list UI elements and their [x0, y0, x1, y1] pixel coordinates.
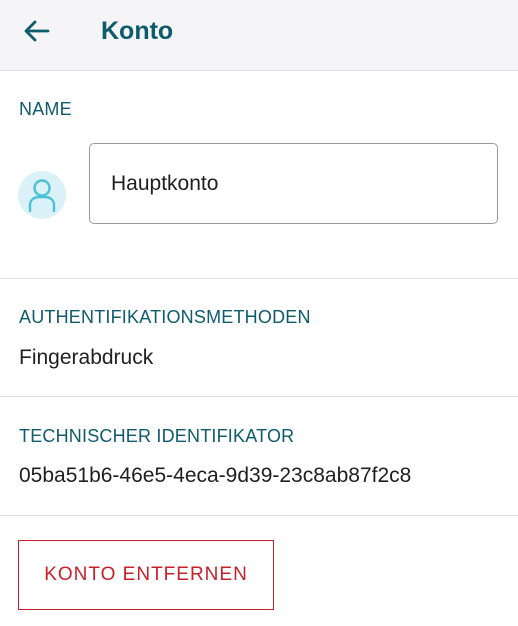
divider: [0, 396, 518, 397]
user-avatar-icon: [28, 179, 56, 212]
technical-id-value: 05ba51b6-46e5-4eca-9d39-23c8ab87f2c8: [19, 464, 412, 487]
name-section-label: NAME: [19, 99, 72, 119]
back-button[interactable]: [14, 11, 58, 51]
divider: [0, 515, 518, 516]
technical-id-label: TECHNISCHER IDENTIFIKATOR: [19, 426, 295, 446]
auth-methods-label: AUTHENTIFIKATIONSMETHODEN: [19, 307, 311, 327]
account-name-input[interactable]: [89, 143, 498, 224]
avatar: [18, 171, 66, 219]
page-title: Konto: [101, 17, 174, 45]
arrow-left-icon: [24, 20, 50, 42]
divider: [0, 278, 518, 279]
remove-account-button[interactable]: KONTO ENTFERNEN: [18, 540, 274, 610]
app-bar: Konto: [0, 0, 518, 71]
auth-methods-value: Fingerabdruck: [19, 346, 154, 369]
